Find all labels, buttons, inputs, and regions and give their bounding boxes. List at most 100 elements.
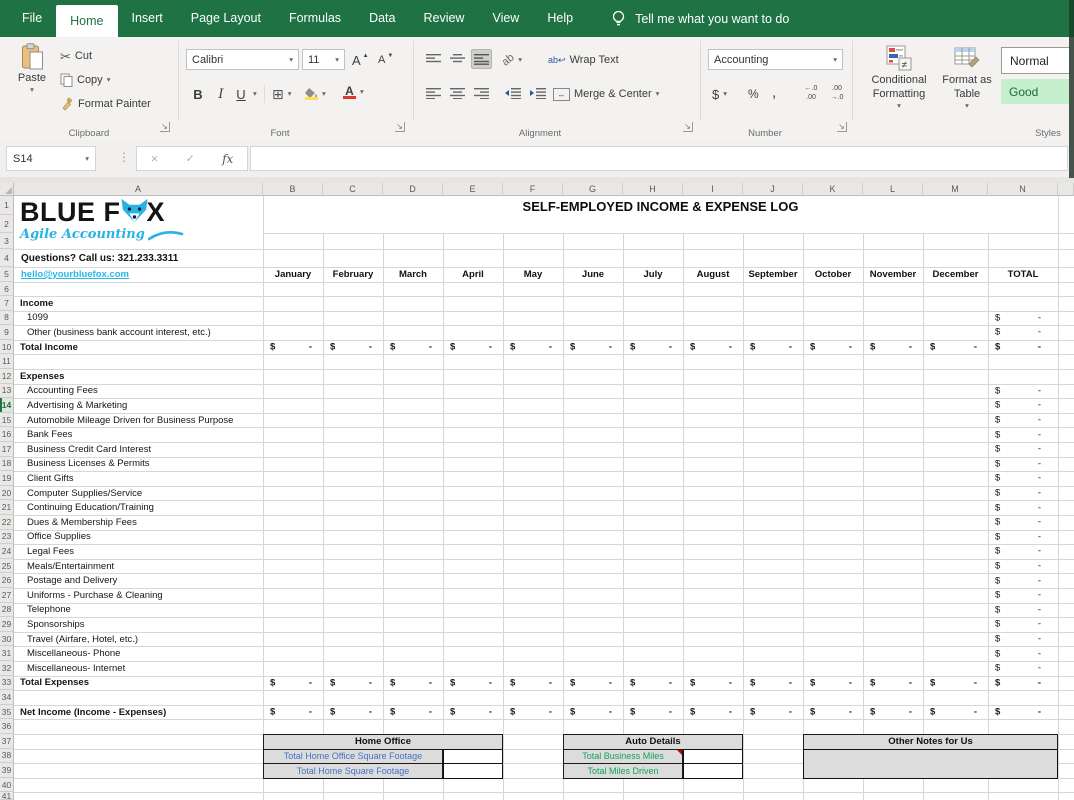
row-header-39[interactable]: 39 <box>0 763 14 778</box>
amount-cell[interactable]: $- <box>804 705 862 720</box>
row-label-19[interactable]: Client Gifts <box>27 471 262 486</box>
column-header-overflow[interactable] <box>1058 183 1074 196</box>
amount-cell[interactable]: $- <box>864 340 922 355</box>
auto-details-input-1[interactable] <box>683 763 743 779</box>
column-header-C[interactable]: C <box>323 183 383 196</box>
amount-cell[interactable]: $- <box>989 486 1057 501</box>
amount-cell[interactable]: $- <box>324 340 382 355</box>
row-label-15[interactable]: Automobile Mileage Driven for Business P… <box>27 413 262 428</box>
column-header-E[interactable]: E <box>443 183 503 196</box>
row-header-20[interactable]: 20 <box>0 486 14 501</box>
row-header-5[interactable]: 5 <box>0 267 14 282</box>
amount-cell[interactable]: $- <box>624 705 682 720</box>
row-label-30[interactable]: Travel (Airfare, Hotel, etc.) <box>27 632 262 647</box>
row-header-31[interactable]: 31 <box>0 646 14 661</box>
amount-cell[interactable]: $- <box>564 705 622 720</box>
row-header-36[interactable]: 36 <box>0 719 14 734</box>
amount-cell[interactable]: $- <box>989 661 1057 676</box>
amount-cell[interactable]: $- <box>924 340 987 355</box>
row-label-28[interactable]: Telephone <box>27 603 262 618</box>
auto-details-input-0[interactable] <box>683 749 743 765</box>
amount-cell[interactable]: $- <box>989 705 1057 720</box>
amount-cell[interactable]: $- <box>989 559 1057 574</box>
amount-cell[interactable]: $- <box>989 471 1057 486</box>
amount-cell[interactable]: $- <box>264 676 322 691</box>
amount-cell[interactable]: $- <box>989 588 1057 603</box>
amount-cell[interactable]: $- <box>864 676 922 691</box>
row-header-22[interactable]: 22 <box>0 515 14 530</box>
row-label-29[interactable]: Sponsorships <box>27 617 262 632</box>
contact-email-link[interactable]: hello@yourbluefox.com <box>21 267 261 282</box>
amount-cell[interactable]: $- <box>264 340 322 355</box>
row-label-8[interactable]: 1099 <box>27 311 262 326</box>
column-header-I[interactable]: I <box>683 183 743 196</box>
amount-cell[interactable]: $- <box>264 705 322 720</box>
row-header-24[interactable]: 24 <box>0 544 14 559</box>
row-header-38[interactable]: 38 <box>0 749 14 764</box>
row-header-21[interactable]: 21 <box>0 500 14 515</box>
row-label-7[interactable]: Income <box>20 296 262 311</box>
row-label-32[interactable]: Miscellaneous- Internet <box>27 661 262 676</box>
row-header-32[interactable]: 32 <box>0 661 14 676</box>
amount-cell[interactable]: $- <box>924 705 987 720</box>
amount-cell[interactable]: $- <box>989 457 1057 472</box>
column-header-M[interactable]: M <box>923 183 988 196</box>
amount-cell[interactable]: $- <box>989 427 1057 442</box>
row-label-24[interactable]: Legal Fees <box>27 544 262 559</box>
amount-cell[interactable]: $- <box>989 413 1057 428</box>
other-notes-input-area[interactable] <box>803 749 1058 779</box>
row-label-17[interactable]: Business Credit Card Interest <box>27 442 262 457</box>
amount-cell[interactable]: $- <box>989 398 1057 413</box>
column-header-N[interactable]: N <box>988 183 1058 196</box>
column-header-L[interactable]: L <box>863 183 923 196</box>
row-header-41[interactable]: 41 <box>0 792 14 800</box>
amount-cell[interactable]: $- <box>324 705 382 720</box>
row-label-23[interactable]: Office Supplies <box>27 530 262 545</box>
amount-cell[interactable]: $- <box>684 705 742 720</box>
amount-cell[interactable]: $- <box>504 676 562 691</box>
row-header-25[interactable]: 25 <box>0 559 14 574</box>
amount-cell[interactable]: $- <box>989 500 1057 515</box>
column-header-J[interactable]: J <box>743 183 803 196</box>
row-header-18[interactable]: 18 <box>0 457 14 472</box>
amount-cell[interactable]: $- <box>989 617 1057 632</box>
amount-cell[interactable]: $- <box>989 384 1057 399</box>
amount-cell[interactable]: $- <box>384 676 442 691</box>
row-label-20[interactable]: Computer Supplies/Service <box>27 486 262 501</box>
row-label-16[interactable]: Bank Fees <box>27 427 262 442</box>
row-label-14[interactable]: Advertising & Marketing <box>27 398 262 413</box>
amount-cell[interactable]: $- <box>804 340 862 355</box>
amount-cell[interactable]: $- <box>864 705 922 720</box>
row-label-13[interactable]: Accounting Fees <box>27 384 262 399</box>
select-all-corner[interactable] <box>0 183 14 196</box>
row-header-16[interactable]: 16 <box>0 427 14 442</box>
amount-cell[interactable]: $- <box>989 515 1057 530</box>
amount-cell[interactable]: $- <box>989 325 1057 340</box>
amount-cell[interactable]: $- <box>744 705 802 720</box>
amount-cell[interactable]: $- <box>384 340 442 355</box>
amount-cell[interactable]: $- <box>744 340 802 355</box>
column-header-K[interactable]: K <box>803 183 863 196</box>
row-header-23[interactable]: 23 <box>0 530 14 545</box>
row-header-26[interactable]: 26 <box>0 573 14 588</box>
amount-cell[interactable]: $- <box>624 340 682 355</box>
row-header-17[interactable]: 17 <box>0 442 14 457</box>
row-label-22[interactable]: Dues & Membership Fees <box>27 515 262 530</box>
amount-cell[interactable]: $- <box>989 442 1057 457</box>
row-label-33[interactable]: Total Expenses <box>20 676 262 691</box>
row-header-8[interactable]: 8 <box>0 311 14 326</box>
row-header-33[interactable]: 33 <box>0 676 14 691</box>
amount-cell[interactable]: $- <box>744 676 802 691</box>
column-header-G[interactable]: G <box>563 183 623 196</box>
amount-cell[interactable]: $- <box>989 530 1057 545</box>
row-header-28[interactable]: 28 <box>0 603 14 618</box>
row-header-40[interactable]: 40 <box>0 778 14 793</box>
amount-cell[interactable]: $- <box>384 705 442 720</box>
home-office-input-0[interactable] <box>443 749 503 765</box>
row-header-14[interactable]: 14 <box>0 398 14 413</box>
column-header-D[interactable]: D <box>383 183 443 196</box>
row-header-2[interactable]: 2 <box>0 215 14 233</box>
home-office-input-1[interactable] <box>443 763 503 779</box>
row-header-34[interactable]: 34 <box>0 690 14 705</box>
amount-cell[interactable]: $- <box>444 340 502 355</box>
